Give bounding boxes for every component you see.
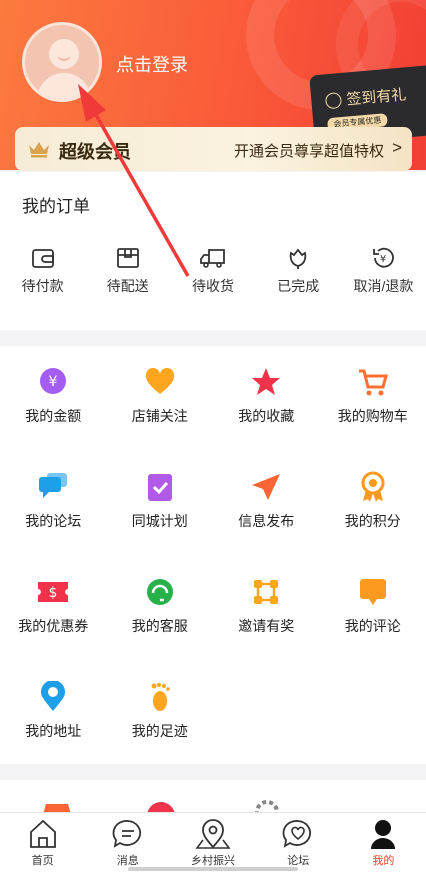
coin-icon <box>324 91 343 109</box>
login-link[interactable]: 点击登录 <box>116 51 188 77</box>
orders-card: 我的订单 待付款 待配送 待收货 已完成 ¥ 取消/退款 <box>0 172 426 330</box>
service-label: 信息发布 <box>238 513 295 529</box>
info-publish[interactable]: 信息发布 <box>213 471 320 531</box>
sign-in-label: 签到有礼 <box>345 86 407 109</box>
tab-label: 乡村振兴 <box>191 855 235 867</box>
map-pin-icon <box>195 819 231 849</box>
service-label: 我的优惠券 <box>18 618 89 634</box>
home-icon <box>29 819 56 848</box>
services-card: ¥ 我的金额 店铺关注 我的收藏 我的购物车 我的论坛 同城计划 信息发布 我的… <box>0 346 426 764</box>
service-label: 我的积分 <box>344 513 401 529</box>
service-label: 我的客服 <box>131 618 188 634</box>
tab-label: 论坛 <box>287 855 310 867</box>
order-label: 已完成 <box>277 278 320 294</box>
my-customer-service[interactable]: 我的客服 <box>107 576 214 636</box>
vip-title: 超级会员 <box>59 142 131 162</box>
order-label: 待配送 <box>106 278 149 294</box>
share-nodes-icon <box>254 580 279 604</box>
order-pending-payment[interactable]: 待付款 <box>0 246 85 296</box>
clipboard-check-icon <box>147 474 172 501</box>
tab-mine[interactable]: 我的 <box>341 813 426 877</box>
person-icon <box>371 820 396 849</box>
coupon-icon: $ <box>38 582 69 602</box>
my-coupons[interactable]: $ 我的优惠券 <box>0 576 107 636</box>
truck-icon <box>200 249 225 268</box>
avatar[interactable] <box>22 22 102 102</box>
service-label: 我的足迹 <box>131 723 188 739</box>
my-forum[interactable]: 我的论坛 <box>0 471 107 531</box>
yen-coin-icon: ¥ <box>40 368 67 394</box>
svg-text:¥: ¥ <box>49 374 58 390</box>
my-comments[interactable]: 我的评论 <box>320 576 426 636</box>
my-address[interactable]: 我的地址 <box>0 681 107 741</box>
order-label: 取消/退款 <box>353 278 414 294</box>
heart-icon <box>145 367 174 394</box>
service-label: 同城计划 <box>131 513 188 529</box>
cart-icon <box>358 369 388 396</box>
footprint-icon <box>151 683 170 711</box>
service-label: 我的地址 <box>25 723 82 739</box>
service-label: 我的购物车 <box>337 408 408 424</box>
service-label: 我的金额 <box>25 408 82 424</box>
paper-plane-icon <box>252 474 281 500</box>
medal-icon <box>361 471 385 502</box>
city-plan[interactable]: 同城计划 <box>107 471 214 531</box>
service-label: 我的收藏 <box>238 408 295 424</box>
store-follow[interactable]: 店铺关注 <box>107 366 214 426</box>
chat-bubbles-icon <box>39 473 68 498</box>
service-label: 我的评论 <box>344 618 401 634</box>
vip-description: 开通会员尊享超值特权 <box>233 143 384 160</box>
star-icon <box>252 368 281 395</box>
vip-banner[interactable]: 超级会员 开通会员尊享超值特权 > <box>15 127 412 171</box>
message-icon <box>112 820 141 848</box>
tab-label: 我的 <box>372 855 395 867</box>
crown-icon <box>29 142 49 158</box>
order-pending-delivery[interactable]: 待配送 <box>85 246 170 296</box>
box-icon <box>116 248 139 268</box>
location-pin-icon <box>41 681 66 711</box>
order-completed[interactable]: 已完成 <box>256 246 341 296</box>
svg-text:¥: ¥ <box>380 254 386 265</box>
comment-icon <box>359 579 386 605</box>
my-cart[interactable]: 我的购物车 <box>320 366 426 426</box>
my-favorites[interactable]: 我的收藏 <box>213 366 320 426</box>
heart-chat-icon <box>282 820 312 848</box>
home-indicator <box>128 867 298 871</box>
service-label: 我的论坛 <box>25 513 82 529</box>
chevron-right-icon: > <box>392 138 402 157</box>
order-refund[interactable]: ¥ 取消/退款 <box>341 246 426 296</box>
service-label: 邀请有奖 <box>238 618 295 634</box>
orders-title: 我的订单 <box>22 197 90 216</box>
my-footprints[interactable]: 我的足迹 <box>107 681 214 741</box>
order-pending-receipt[interactable]: 待收货 <box>170 246 255 296</box>
refund-icon: ¥ <box>373 247 395 268</box>
headset-icon <box>146 579 173 605</box>
tab-label: 首页 <box>31 855 54 867</box>
my-points[interactable]: 我的积分 <box>320 471 426 531</box>
wallet-icon <box>31 249 54 268</box>
tab-label: 消息 <box>116 855 139 867</box>
svg-text:$: $ <box>49 585 58 601</box>
order-label: 待收货 <box>192 278 234 294</box>
invite-reward[interactable]: 邀请有奖 <box>213 576 320 636</box>
order-label: 待付款 <box>21 278 64 294</box>
my-balance[interactable]: ¥ 我的金额 <box>0 366 107 426</box>
tab-home[interactable]: 首页 <box>0 813 85 877</box>
service-label: 店铺关注 <box>131 408 188 424</box>
flower-icon <box>289 248 307 269</box>
